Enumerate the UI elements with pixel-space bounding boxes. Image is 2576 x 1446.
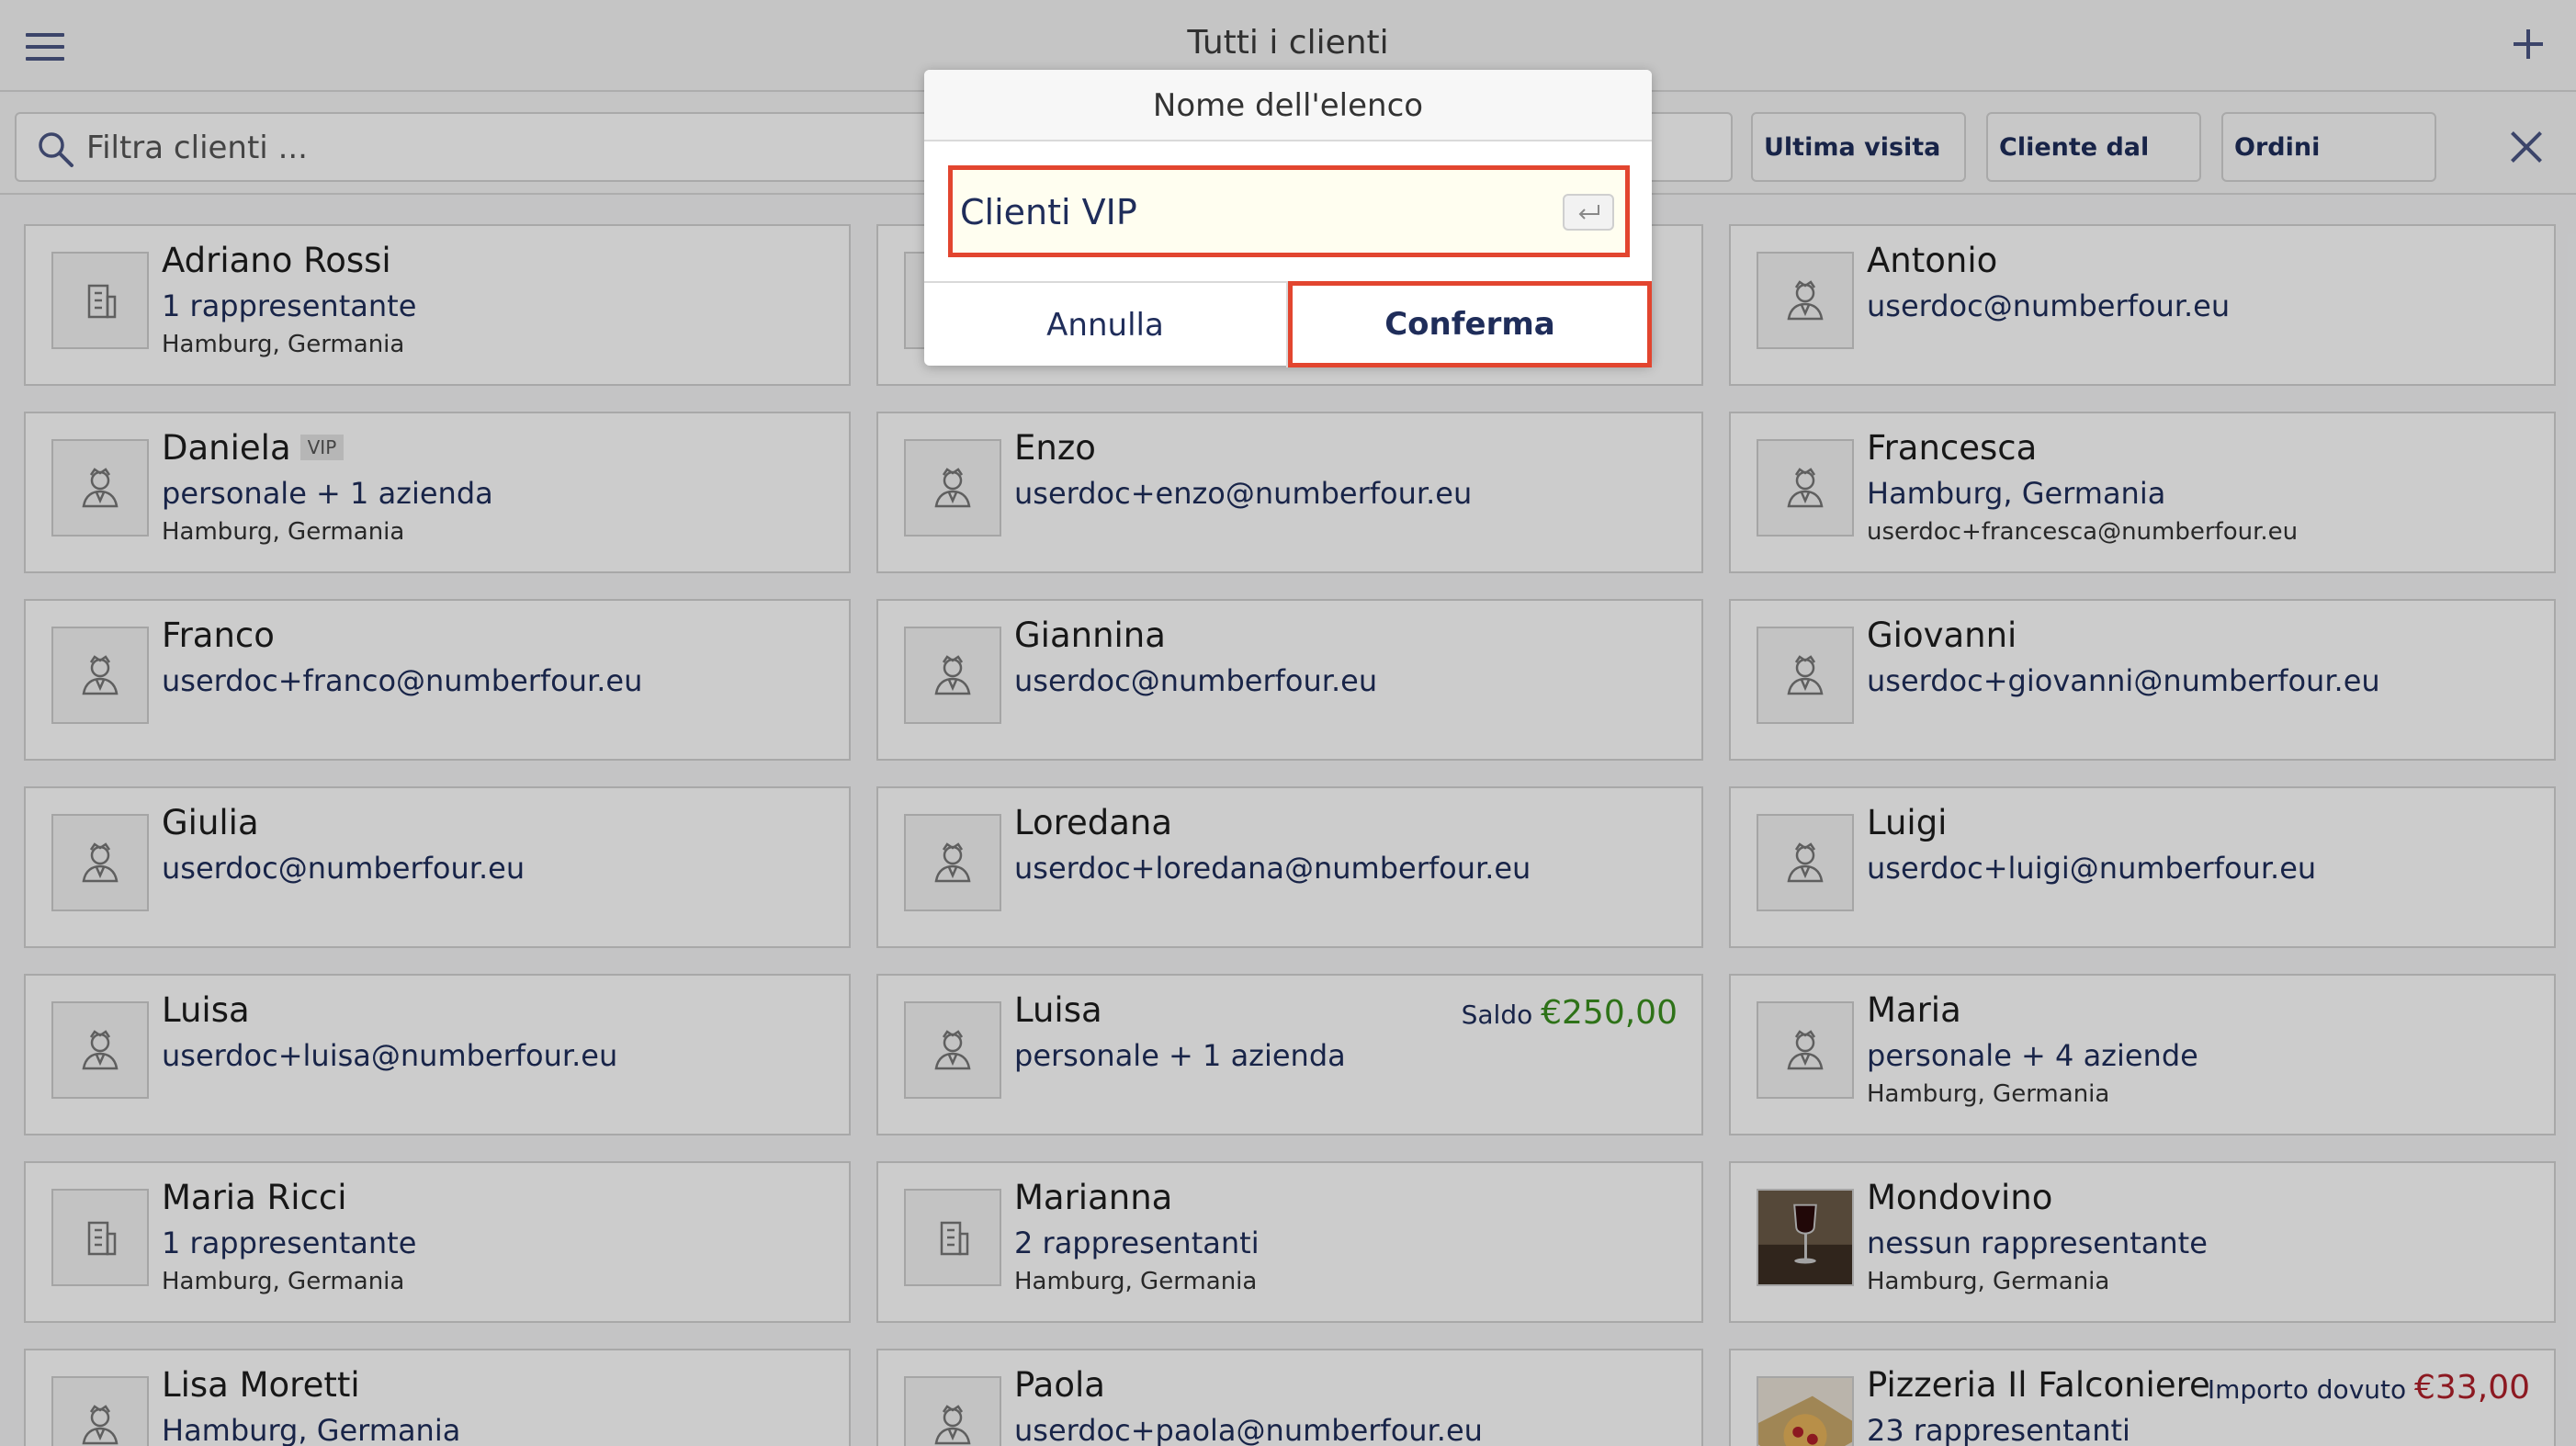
list-name-dialog: Nome dell'elenco Annulla Conferma (924, 70, 1652, 367)
cancel-button[interactable]: Annulla (924, 283, 1288, 367)
list-name-field[interactable] (948, 165, 1630, 257)
dialog-title: Nome dell'elenco (924, 70, 1652, 141)
list-name-input[interactable] (960, 186, 1530, 238)
return-key-icon[interactable] (1563, 194, 1614, 231)
confirm-button[interactable]: Conferma (1288, 281, 1652, 367)
dialog-actions: Annulla Conferma (924, 281, 1652, 367)
